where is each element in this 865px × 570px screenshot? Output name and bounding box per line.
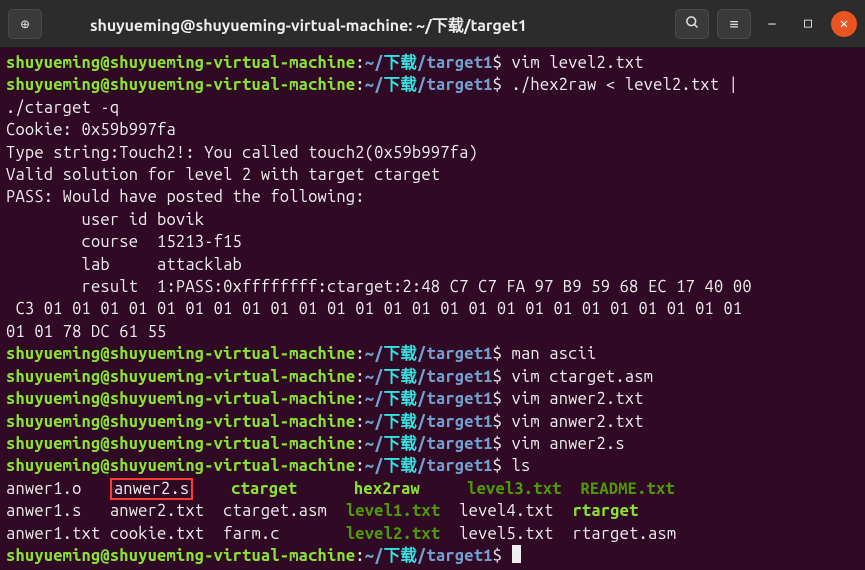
cmd-2b: ./ctarget -q — [6, 99, 119, 117]
ls-r3c4: level5.txt rtarget.asm — [440, 525, 676, 543]
prompt-colon: : — [355, 54, 364, 72]
close-icon: ✕ — [840, 15, 848, 32]
ls-r2c2: anwer2.txt ctarget.asm — [110, 502, 346, 520]
ls-r2c3: level1.txt — [346, 502, 440, 520]
prompt-dir2: target1 — [427, 54, 493, 72]
hamburger-icon: ≡ — [729, 15, 738, 33]
titlebar: ⊕ shuyueming@shuyueming-virtual-machine:… — [0, 0, 865, 48]
menu-button[interactable]: ≡ — [717, 9, 751, 39]
out-l9: C3 01 01 01 01 01 01 01 01 01 01 01 01 0… — [6, 300, 752, 318]
cmd-2a: ./hex2raw < level2.txt | — [512, 76, 748, 94]
cmd-7: vim anwer2.s — [512, 435, 625, 453]
cursor — [512, 545, 521, 563]
ls-r1c9: README.txt — [580, 480, 674, 498]
cmd-1: vim level2.txt — [512, 54, 644, 72]
maximize-icon: □ — [804, 16, 812, 31]
terminal-area[interactable]: shuyueming@shuyueming-virtual-machine:~/… — [0, 48, 865, 570]
search-icon — [685, 15, 700, 33]
cmd-6: vim anwer2.txt — [512, 413, 644, 431]
maximize-button[interactable]: □ — [795, 11, 821, 37]
prompt-user-host: shuyueming@shuyueming-virtual-machine — [6, 76, 355, 94]
out-l5: user id bovik — [6, 211, 204, 229]
ls-r1c1: anwer1.o — [6, 480, 110, 498]
minimize-icon: — — [768, 17, 775, 31]
search-button[interactable] — [675, 9, 709, 39]
window-title: shuyueming@shuyueming-virtual-machine: ~… — [50, 12, 667, 36]
prompt-dir1: 下载 — [384, 54, 417, 72]
prompt-user-host: shuyueming@shuyueming-virtual-machine — [6, 54, 355, 72]
out-l6: course 15213-f15 — [6, 233, 242, 251]
new-tab-button[interactable]: ⊕ — [8, 9, 42, 39]
ls-r1c8: level3.txt — [467, 480, 580, 498]
out-l3: Valid solution for level 2 with target c… — [6, 166, 440, 184]
ls-r3c1: anwer1.txt — [6, 525, 110, 543]
ls-r3c2: cookie.txt farm.c — [110, 525, 346, 543]
close-button[interactable]: ✕ — [831, 11, 857, 37]
ls-r1c6: hex2raw — [354, 480, 420, 498]
out-l10: 01 01 78 DC 61 55 — [6, 323, 166, 341]
prompt-slash: / — [374, 54, 383, 72]
prompt-slash: / — [417, 54, 426, 72]
cmd-8: ls — [512, 457, 531, 475]
prompt-tilde: ~ — [365, 54, 374, 72]
cmd-4: vim ctarget.asm — [512, 368, 654, 386]
ls-r2c4: level4.txt — [440, 502, 572, 520]
ls-r1c4: ctarget — [231, 480, 297, 498]
out-l2: Type string:Touch2!: You called touch2(0… — [6, 144, 478, 162]
ls-r2c1: anwer1.s — [6, 502, 110, 520]
minimize-button[interactable]: — — [759, 11, 785, 37]
ls-r2c5: rtarget — [572, 502, 638, 520]
ls-r3c3: level2.txt — [346, 525, 440, 543]
cmd-3: man ascii — [512, 345, 597, 363]
out-l4: PASS: Would have posted the following: — [6, 188, 365, 206]
highlight-box: anwer2.s — [110, 478, 194, 500]
out-l1: Cookie: 0x59b997fa — [6, 121, 176, 139]
ls-r1c2: anwer2.s — [114, 480, 190, 498]
new-tab-icon: ⊕ — [20, 15, 29, 33]
out-l7: lab attacklab — [6, 256, 242, 274]
out-l8: result 1:PASS:0xffffffff:ctarget:2:48 C7… — [6, 278, 752, 296]
cmd-5: vim anwer2.txt — [512, 390, 644, 408]
prompt-dollar: $ — [493, 54, 502, 72]
